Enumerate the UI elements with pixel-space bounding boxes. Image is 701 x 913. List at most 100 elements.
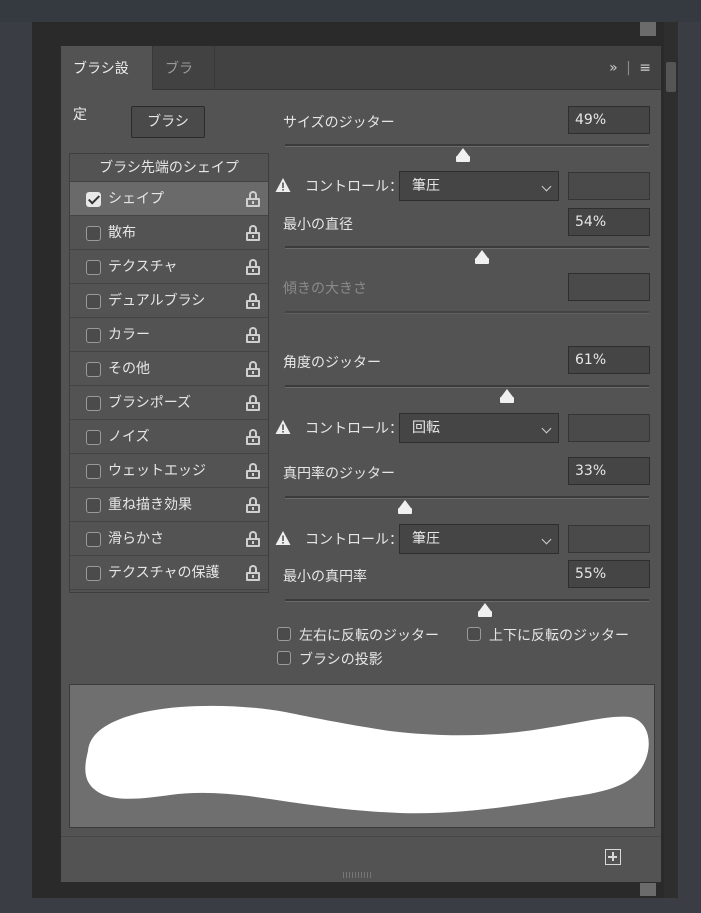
category-checkbox[interactable] [86,192,101,207]
angle-jitter-value[interactable]: 61% [568,346,650,374]
category-item[interactable]: 散布 [70,216,268,250]
category-label: テクスチャの保護 [108,565,220,581]
expand-icon[interactable]: » [609,60,620,76]
lock-icon[interactable] [246,327,260,343]
category-item[interactable]: その他 [70,352,268,386]
flip-x-jitter-checkbox[interactable] [277,627,291,641]
size-jitter-slider[interactable] [456,148,471,162]
brush-settings-panel: ブラシ設定 ブラシ » | ≡ ブラシ ブラシ先端のシェイプ シェイプ散布テクス… [60,45,662,883]
menu-icon[interactable]: ≡ [639,60,653,76]
size-jitter-value[interactable]: 49% [568,106,650,134]
control-select-2[interactable]: 回転 [399,413,559,443]
brush-tip-shape-header[interactable]: ブラシ先端のシェイプ [70,154,268,182]
category-checkbox[interactable] [86,532,101,547]
control-label-2: コントロール： [305,421,403,437]
lock-icon[interactable] [246,565,260,581]
brush-stroke-shape [85,705,649,814]
flip-y-jitter-label: 上下に反転のジッター [489,628,629,644]
category-label: 重ね描き効果 [108,497,192,513]
chevron-down-icon [541,534,552,545]
lock-icon[interactable] [246,429,260,445]
warning-icon [275,419,291,435]
category-checkbox[interactable] [86,498,101,513]
brush-projection-checkbox[interactable] [277,651,291,665]
angle-jitter-slider[interactable] [500,389,515,403]
min-diameter-label: 最小の直径 [283,217,353,233]
min-roundness-label: 最小の真円率 [283,569,367,585]
lock-icon[interactable] [246,463,260,479]
category-checkbox[interactable] [86,396,101,411]
category-label: デュアルブラシ [108,293,206,309]
category-item[interactable]: デュアルブラシ [70,284,268,318]
angle-jitter-track[interactable] [285,385,649,388]
category-checkbox[interactable] [86,566,101,581]
brush-stroke-preview [69,684,655,828]
category-item[interactable]: 滑らかさ [70,522,268,556]
size-jitter-label: サイズのジッター [283,115,395,131]
category-item[interactable]: カラー [70,318,268,352]
category-checkbox[interactable] [86,362,101,377]
flip-y-jitter-checkbox[interactable] [467,627,481,641]
resize-grip[interactable] [343,872,373,878]
roundness-jitter-value[interactable]: 33% [568,457,650,485]
category-item[interactable]: ブラシポーズ [70,386,268,420]
scrollbar-thumb[interactable] [666,62,676,92]
control-extra-field-3 [568,525,650,553]
lock-icon[interactable] [246,497,260,513]
control-select-3[interactable]: 筆圧 [399,524,559,554]
category-item[interactable]: テクスチャ [70,250,268,284]
control-select-1-value: 筆圧 [412,178,440,194]
roundness-jitter-label: 真円率のジッター [283,466,395,482]
category-label: シェイプ [108,191,164,207]
category-item[interactable]: テクスチャの保護 [70,556,268,590]
category-item[interactable]: シェイプ [70,182,268,216]
lock-icon[interactable] [246,191,260,207]
lock-icon[interactable] [246,293,260,309]
category-label: ノイズ [108,429,150,445]
brush-projection-label: ブラシの投影 [299,652,383,668]
min-diameter-value[interactable]: 54% [568,208,650,236]
tab-brush-settings[interactable]: ブラシ設定 [61,46,153,123]
min-diameter-track[interactable] [285,246,649,249]
min-roundness-value[interactable]: 55% [568,560,650,588]
tab-menu: » | ≡ [609,60,653,76]
category-item[interactable]: ノイズ [70,420,268,454]
min-roundness-slider[interactable] [478,603,493,617]
category-label: 散布 [108,225,136,241]
lock-icon[interactable] [246,225,260,241]
category-checkbox[interactable] [86,328,101,343]
min-diameter-slider[interactable] [474,250,489,264]
roundness-jitter-slider[interactable] [398,500,413,514]
control-select-2-value: 回転 [412,420,440,436]
chevron-down-icon [541,423,552,434]
new-brush-icon[interactable] [605,849,621,865]
category-checkbox[interactable] [86,260,101,275]
tilt-scale-value [568,273,650,301]
frame-corner-top [640,22,656,36]
control-select-1[interactable]: 筆圧 [399,171,559,201]
lock-icon[interactable] [246,259,260,275]
category-checkbox[interactable] [86,464,101,479]
category-label: テクスチャ [108,259,178,275]
category-label: 滑らかさ [108,531,164,547]
category-checkbox[interactable] [86,226,101,241]
category-label: ウェットエッジ [108,463,206,479]
roundness-jitter-track[interactable] [285,496,649,499]
tilt-scale-track [285,311,649,314]
lock-icon[interactable] [246,361,260,377]
control-label-1: コントロール： [305,179,403,195]
lock-icon[interactable] [246,531,260,547]
frame-corner-bottom [640,882,656,896]
tilt-scale-label: 傾きの大きさ [283,281,367,297]
right-scrollbar[interactable] [664,22,678,898]
category-item[interactable]: ウェットエッジ [70,454,268,488]
category-checkbox[interactable] [86,430,101,445]
tab-brush[interactable]: ブラシ [153,46,215,123]
category-item[interactable]: 重ね描き効果 [70,488,268,522]
lock-icon[interactable] [246,395,260,411]
category-checkbox[interactable] [86,294,101,309]
min-roundness-track[interactable] [285,599,649,602]
brush-button[interactable]: ブラシ [131,106,205,138]
size-jitter-track[interactable] [285,144,649,147]
flip-x-jitter-label: 左右に反転のジッター [299,628,439,644]
